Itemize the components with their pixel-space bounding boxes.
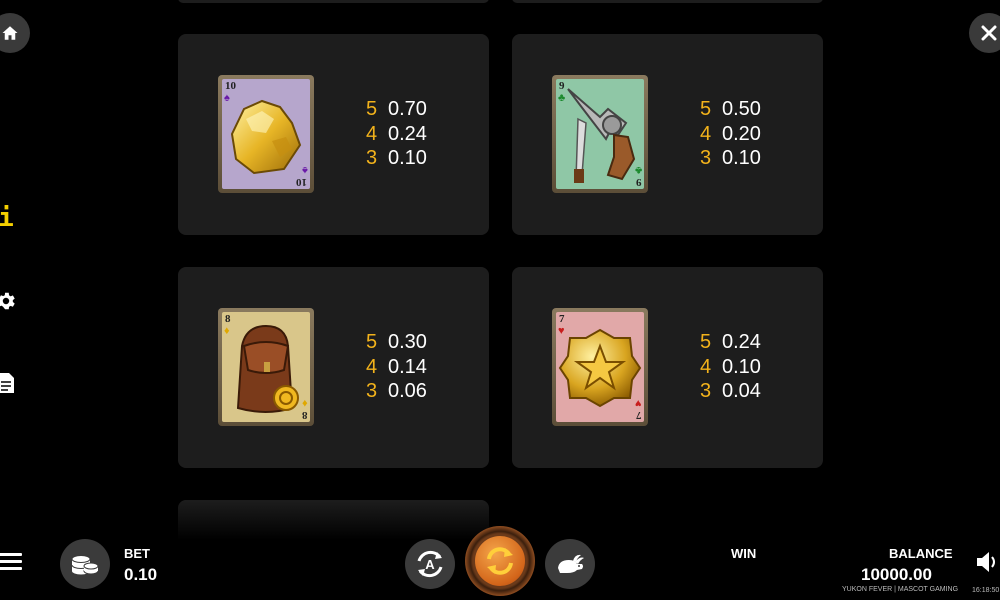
bet-label: BET — [124, 546, 150, 561]
pay-value: 0.30 — [388, 331, 427, 353]
spin-icon — [487, 547, 513, 575]
pay-row: 3 0.10 — [366, 146, 427, 171]
pay-value: 0.10 — [388, 147, 427, 169]
rabbit-icon — [558, 554, 584, 573]
game-footer: YUKON FEVER | MASCOT GAMING — [842, 586, 959, 593]
sheriff-badge-card: 7 ♥ ♥ 7 — [552, 308, 648, 426]
paytable-panel: 10 ♠ ♠ 10 5 0.70 4 0.24 3 0.10 — [178, 34, 489, 235]
autoplay-button[interactable]: A — [405, 539, 455, 589]
menu-button[interactable] — [0, 553, 22, 573]
pay-count: 4 — [366, 122, 378, 145]
paytable-panel-partial — [178, 500, 489, 540]
pay-row: 5 0.24 — [700, 330, 761, 355]
pay-list: 5 0.70 4 0.24 3 0.10 — [366, 97, 427, 171]
pay-row: 4 0.24 — [366, 122, 427, 147]
pay-value: 0.50 — [722, 98, 761, 120]
pay-value: 0.04 — [722, 380, 761, 402]
home-button[interactable] — [0, 13, 30, 53]
spade-icon: ♠ — [302, 164, 308, 176]
close-button[interactable] — [969, 13, 1000, 53]
pay-count: 5 — [366, 331, 378, 353]
balance-value: 10000.00 — [861, 565, 932, 584]
clock: 16:18:50 — [972, 587, 1000, 594]
document-icon — [0, 373, 14, 393]
pay-row: 3 0.10 — [700, 146, 761, 171]
close-icon — [981, 25, 997, 41]
spin-button[interactable] — [465, 526, 535, 596]
paytable-panel: 8 ♦ ♦ 8 5 0.30 4 0.14 3 0.06 — [178, 267, 489, 468]
paytable-panel-partial — [178, 0, 489, 3]
menu-icon — [0, 553, 22, 556]
autoplay-letter: A — [425, 557, 435, 572]
sound-button[interactable] — [975, 549, 1000, 575]
club-icon: ♣ — [634, 164, 642, 176]
pay-row: 3 0.04 — [700, 379, 761, 404]
pay-count: 3 — [366, 380, 378, 402]
win-label: WIN — [731, 546, 757, 561]
pay-value: 0.10 — [722, 147, 761, 169]
card-rank: 7 — [635, 409, 642, 421]
pay-count: 3 — [700, 380, 712, 402]
revolver-card: 9 ♣ ♣ 9 — [552, 75, 648, 193]
pay-row: 5 0.50 — [700, 97, 761, 122]
bet-button[interactable] — [60, 539, 110, 589]
pay-value: 0.10 — [722, 355, 761, 378]
pay-row: 4 0.20 — [700, 122, 761, 147]
speaker-icon — [977, 552, 995, 572]
pay-value: 0.06 — [388, 380, 427, 402]
pay-row: 3 0.06 — [366, 379, 427, 404]
pay-row: 5 0.70 — [366, 97, 427, 122]
pay-list: 5 0.24 4 0.10 3 0.04 — [700, 330, 761, 404]
coins-stack-icon — [71, 555, 99, 575]
history-button[interactable] — [0, 368, 18, 398]
pay-count: 5 — [700, 331, 712, 353]
paytable-panel: 7 ♥ ♥ 7 5 0.24 4 0.10 3 0.04 — [512, 267, 823, 468]
gold-nugget-card: 10 ♠ ♠ 10 — [218, 75, 314, 193]
card-rank: 9 — [635, 176, 642, 188]
card-rank: 10 — [296, 176, 307, 188]
pay-count: 3 — [366, 147, 378, 169]
pay-count: 4 — [366, 355, 378, 378]
pay-row: 4 0.14 — [366, 355, 427, 380]
pay-row: 5 0.30 — [366, 330, 427, 355]
pay-count: 3 — [700, 147, 712, 169]
info-icon: i — [0, 203, 14, 233]
autoplay-icon: A — [417, 550, 443, 578]
backpack-card: 8 ♦ ♦ 8 — [218, 308, 314, 426]
card-rank: 8 — [301, 409, 308, 421]
heart-icon: ♥ — [635, 397, 642, 409]
bet-value: 0.10 — [124, 565, 158, 584]
gear-icon — [0, 292, 15, 310]
diamond-icon: ♦ — [302, 397, 308, 409]
settings-button[interactable] — [0, 286, 18, 316]
revolver-icon — [567, 88, 636, 183]
pay-value: 0.20 — [722, 122, 761, 145]
sheriff-badge-icon — [558, 328, 642, 408]
info-button[interactable]: i — [0, 203, 18, 233]
pay-count: 4 — [700, 355, 712, 378]
menu-icon — [0, 560, 22, 563]
pay-value: 0.24 — [388, 122, 427, 145]
turbo-button[interactable] — [545, 539, 595, 589]
home-icon — [2, 26, 18, 40]
pay-value: 0.70 — [388, 98, 427, 120]
pay-count: 4 — [700, 122, 712, 145]
paytable-panel-partial — [512, 0, 823, 3]
menu-icon — [0, 567, 22, 570]
pay-value: 0.24 — [722, 331, 761, 353]
pay-list: 5 0.30 4 0.14 3 0.06 — [366, 330, 427, 404]
pay-count: 5 — [700, 98, 712, 120]
gold-nugget-icon — [230, 99, 302, 175]
pay-list: 5 0.50 4 0.20 3 0.10 — [700, 97, 761, 171]
spin-button-face — [475, 536, 525, 586]
balance-label: BALANCE — [889, 546, 953, 561]
backpack-icon — [236, 324, 299, 413]
pay-row: 4 0.10 — [700, 355, 761, 380]
pay-value: 0.14 — [388, 355, 427, 378]
paytable-panel: 9 ♣ ♣ 9 5 0.50 4 0.20 3 0.10 — [512, 34, 823, 235]
pay-count: 5 — [366, 98, 378, 120]
